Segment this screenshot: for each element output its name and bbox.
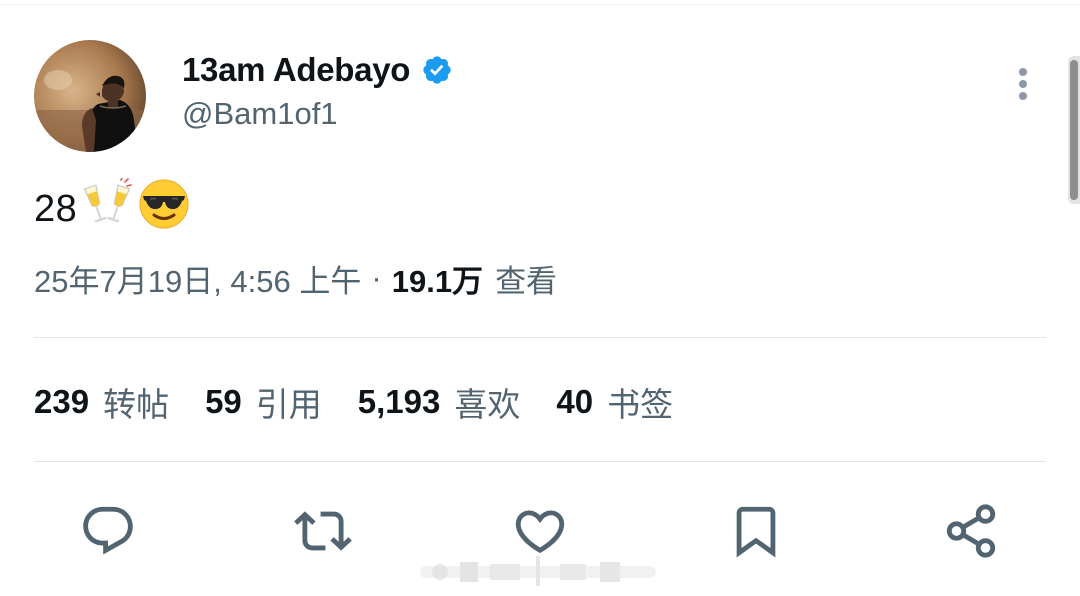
stat-count: 239 [34, 383, 90, 420]
verified-badge-icon[interactable] [421, 54, 453, 86]
tweet-text-content: 28 [34, 187, 78, 230]
more-options-button[interactable] [1008, 66, 1038, 106]
views-label[interactable]: 查看 [495, 256, 557, 301]
reply-icon [83, 506, 133, 555]
watermark [420, 552, 656, 590]
tweet-text: 28 [34, 177, 191, 236]
views-count[interactable]: 19.1万 [392, 256, 483, 301]
bookmark-button[interactable] [723, 498, 789, 564]
clinking-glasses-emoji-icon [81, 177, 133, 240]
share-icon [946, 504, 996, 558]
sunglasses-face-emoji-icon [137, 177, 191, 241]
retweet-button[interactable] [290, 498, 356, 564]
stat-count: 59 [205, 383, 242, 420]
meta-separator: · [371, 260, 382, 295]
retweet-icon [294, 511, 352, 551]
stat-label: 喜欢 [454, 386, 521, 423]
author-name-row: 13am Adebayo [182, 50, 453, 90]
divider [34, 461, 1046, 462]
stat-count: 5,193 [357, 383, 441, 420]
avatar[interactable] [34, 40, 146, 152]
stat-likes[interactable]: 5,193 喜欢 [358, 378, 521, 426]
stat-label: 引用 [255, 386, 322, 423]
more-vertical-icon [1019, 68, 1027, 100]
profile-photo-icon [34, 40, 146, 152]
author-handle[interactable]: @Bam1of1 [182, 96, 338, 132]
share-button[interactable] [938, 498, 1004, 564]
stat-bookmarks[interactable]: 40 书签 [556, 378, 673, 426]
engagement-stats: 239 转帖 59 引用 5,193 喜欢 40 书签 [34, 378, 709, 426]
stat-quotes[interactable]: 59 引用 [205, 378, 322, 426]
author-name[interactable]: 13am Adebayo [182, 51, 410, 89]
tweet-meta: 25年7月19日, 4:56 上午 · 19.1万 查看 [34, 256, 557, 300]
bookmark-icon [736, 506, 776, 558]
divider [34, 337, 1046, 338]
scrollbar-thumb[interactable] [1070, 60, 1078, 200]
reply-button[interactable] [75, 498, 141, 564]
stat-label: 书签 [607, 386, 674, 423]
scrollbar[interactable] [1068, 56, 1080, 204]
top-divider [0, 4, 1080, 5]
stat-reposts[interactable]: 239 转帖 [34, 378, 169, 426]
stat-count: 40 [556, 383, 594, 420]
stat-label: 转帖 [103, 386, 170, 423]
timestamp[interactable]: 25年7月19日, 4:56 上午 [34, 256, 361, 301]
